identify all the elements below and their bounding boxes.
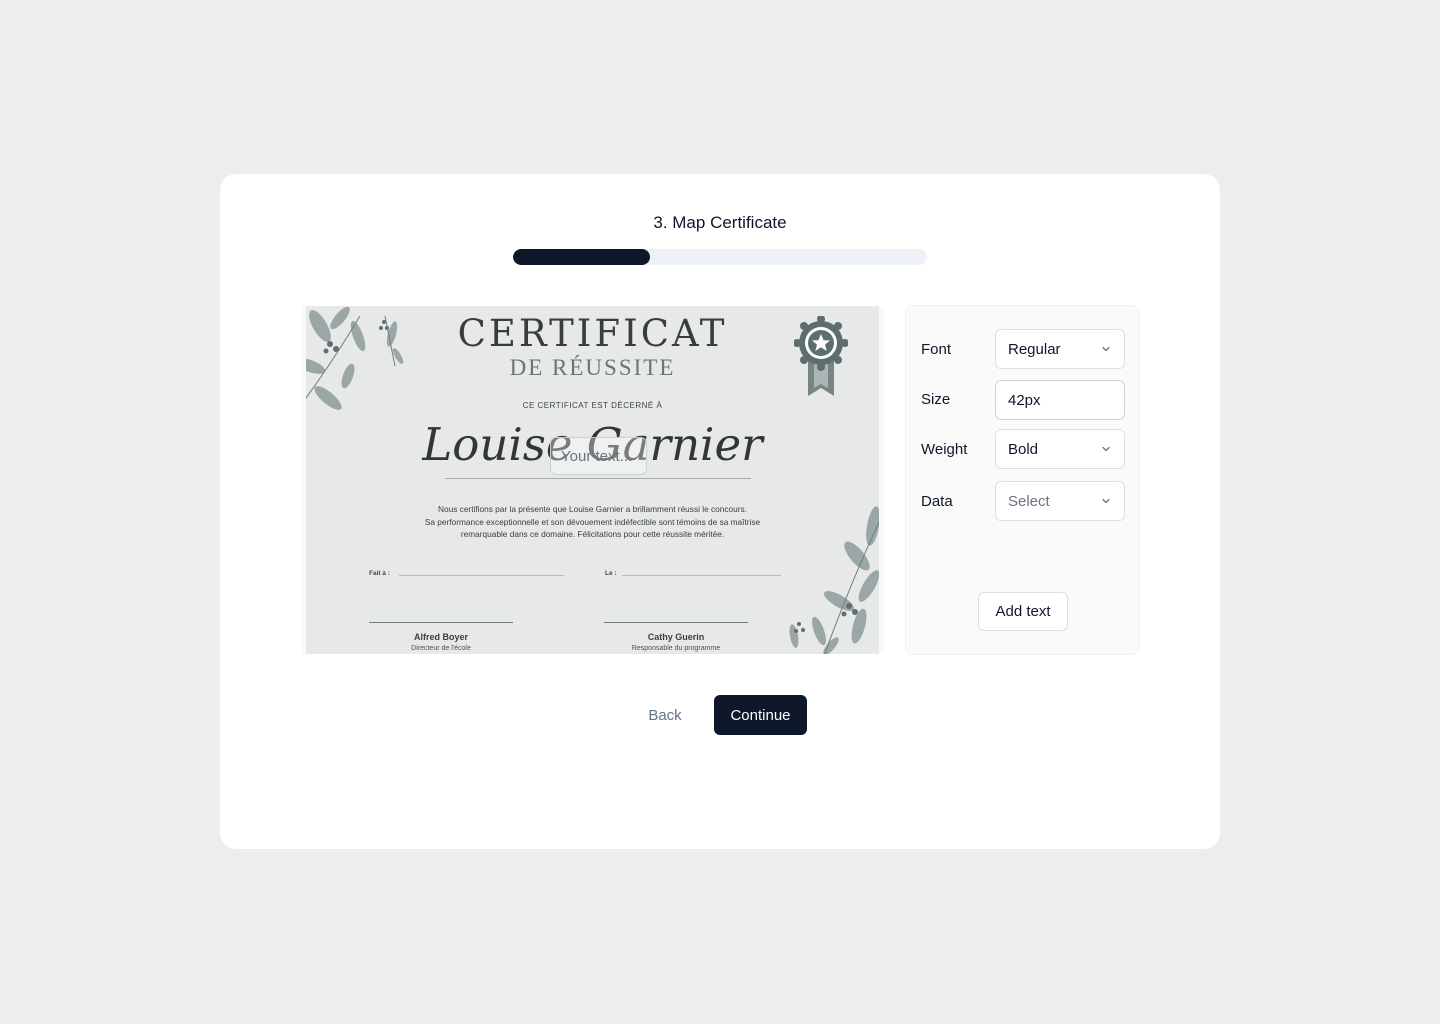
size-input[interactable]: [995, 380, 1125, 420]
size-input-field[interactable]: [1008, 391, 1112, 409]
font-select[interactable]: Regular: [995, 329, 1125, 369]
certificate-body: Nous certifions par la présente que Loui…: [386, 503, 799, 541]
signatory-name: Cathy Guerin: [647, 632, 705, 642]
date-line: [622, 575, 781, 576]
certificate-body-line: Nous certifions par la présente que Loui…: [438, 504, 747, 514]
certificate-awarded-to: CE CERTIFICAT EST DÉCERNÉ À: [522, 401, 663, 410]
weight-label: Weight: [921, 441, 968, 458]
signatory-name: Alfred Boyer: [413, 632, 468, 642]
date-label: Le :: [605, 570, 617, 577]
certificate-canvas: CERTIFICAT DE RÉUSSITE CE CERTIFICAT EST…: [306, 306, 879, 654]
chevron-down-icon: [1100, 495, 1112, 507]
certificate-body-line: Sa performance exceptionnelle et son dév…: [424, 516, 761, 527]
certificate-subtitle: DE RÉUSSITE: [509, 355, 676, 380]
weight-select[interactable]: Bold: [995, 429, 1125, 469]
chevron-down-icon: [1100, 443, 1112, 455]
font-label: Font: [921, 341, 952, 358]
text-settings-panel: Font Regular Size Weight Bold Data Selec…: [905, 305, 1140, 655]
data-select[interactable]: Select: [995, 481, 1125, 521]
data-label: Data: [921, 493, 953, 510]
chevron-down-icon: [1100, 343, 1112, 355]
continue-button[interactable]: Continue: [714, 695, 807, 735]
place-line: [399, 575, 564, 576]
signatory-role: Responsable du programme: [631, 645, 721, 652]
data-select-placeholder: Select: [1008, 492, 1050, 510]
progress-bar: [513, 249, 927, 265]
wizard-card: 3. Map Certificate CERTIFICAT DE RÉUSSIT…: [220, 174, 1220, 849]
text-overlay-input[interactable]: [550, 437, 647, 475]
signatory-role: Directeur de l'école: [411, 645, 471, 652]
certificate-body-line: remarquable dans ce domaine. Félicitatio…: [460, 529, 725, 539]
weight-select-value: Bold: [1008, 440, 1039, 458]
signature-line: [604, 622, 748, 623]
signature-line: [369, 622, 513, 623]
add-text-button[interactable]: Add text: [978, 592, 1068, 631]
place-label: Fait à :: [369, 570, 390, 577]
certificate-preview[interactable]: CERTIFICAT DE RÉUSSITE CE CERTIFICAT EST…: [301, 306, 884, 654]
step-title: 3. Map Certificate: [653, 213, 787, 232]
certificate-title: CERTIFICAT: [457, 312, 728, 355]
recipient-underline: [445, 478, 751, 479]
size-label: Size: [921, 391, 951, 408]
font-select-value: Regular: [1008, 340, 1061, 358]
back-button[interactable]: Back: [636, 695, 694, 735]
progress-bar-fill: [513, 249, 650, 265]
